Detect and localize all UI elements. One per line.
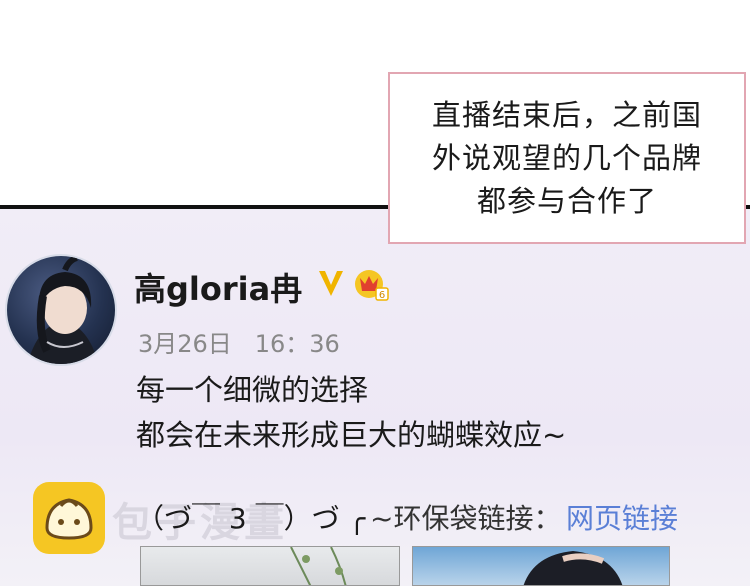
link-prefix: ~环保袋链接： [370,502,562,535]
caption-text: 直播结束后，之前国 外说观望的几个品牌 都参与合作了 [407,94,727,223]
svg-text:6: 6 [379,290,385,301]
post-kaomoji: （づ￣ 3 ￣）づ ╭ [136,502,366,535]
post-timestamp: 3月26日 16：36 [138,330,340,358]
app-logo-icon [33,482,105,554]
caption-line-3: 都参与合作了 [476,183,657,218]
username[interactable]: 高gloria冉 [134,264,302,310]
verified-badge-icon [319,271,343,296]
avatar[interactable] [5,254,117,366]
caption-box: 直播结束后，之前国 外说观望的几个品牌 都参与合作了 [388,72,746,244]
post-image-left[interactable] [140,546,400,586]
webpage-link[interactable]: 网页链接 [566,497,678,537]
post-image-right[interactable] [412,546,670,586]
post-body-line-1: 每一个细微的选择 [136,373,369,407]
post-body-line-2: 都会在未来形成巨大的蝴蝶效应~ [136,418,567,452]
crown-badge-icon: 6 [355,270,389,301]
caption-line-2: 外说观望的几个品牌 [431,140,702,175]
caption-line-1: 直播结束后，之前国 [431,97,702,132]
avatar-illustration [27,256,99,364]
